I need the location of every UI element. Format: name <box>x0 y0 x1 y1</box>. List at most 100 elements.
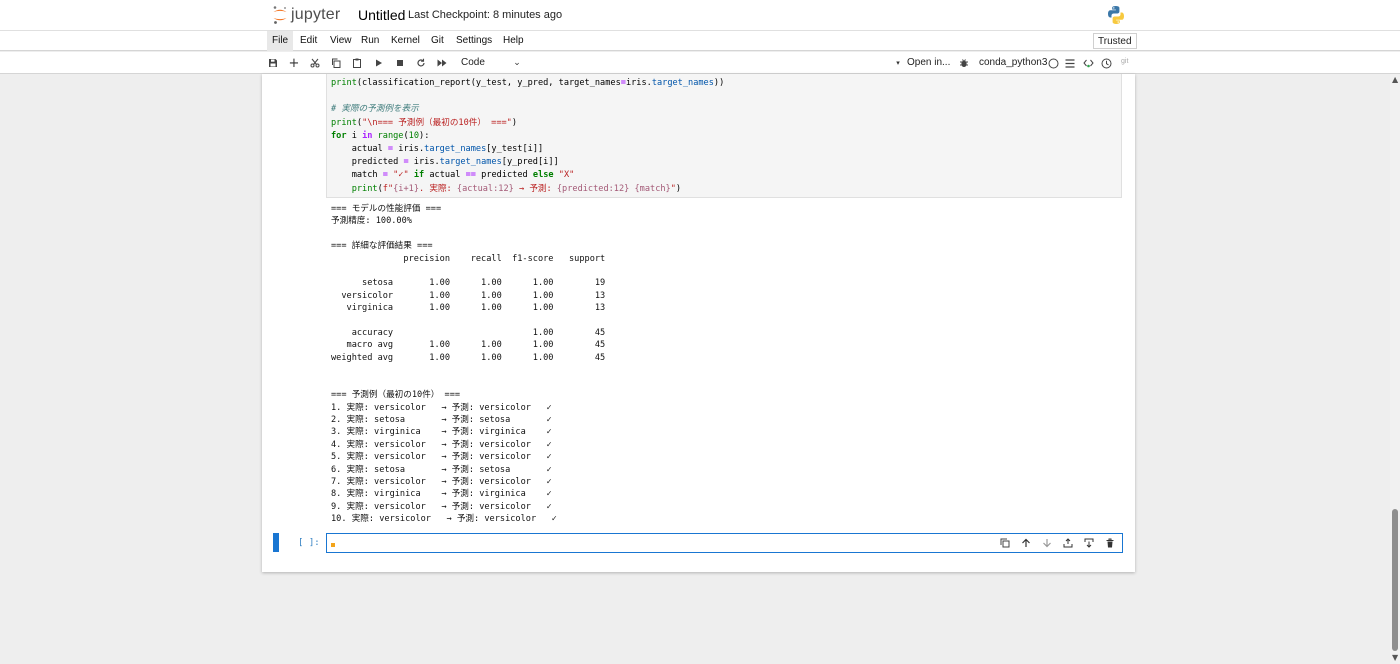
open-in-button[interactable]: Open in... <box>907 56 950 70</box>
code-token: iris. <box>625 78 652 88</box>
code-line: # 実際の予測例を表示 <box>331 103 724 116</box>
output-line: === 予測例（最初の10件） === <box>331 390 461 401</box>
add-cell-icon[interactable]: + <box>287 56 301 71</box>
kernel-status-idle-icon <box>1046 56 1060 70</box>
output-line: accuracy 1.00 45 <box>331 328 606 339</box>
history-clock-icon[interactable] <box>1099 56 1113 70</box>
python-logo-icon <box>1106 5 1126 25</box>
code-token: [y_test[i]] <box>486 144 544 155</box>
git-label[interactable]: git <box>1121 55 1128 69</box>
code-token: print <box>331 78 357 88</box>
code-token: match <box>331 170 383 181</box>
copy-icon[interactable] <box>329 56 343 70</box>
output-line: 3. 実際: virginica → 予測: virginica ✓ <box>331 427 552 438</box>
bug-icon[interactable] <box>957 56 971 70</box>
output-line: 6. 実際: setosa → 予測: setosa ✓ <box>331 464 552 475</box>
run-icon[interactable] <box>372 56 386 70</box>
code-cell-source[interactable]: print(classification_report(y_test, y_pr… <box>331 77 724 196</box>
menu-file[interactable]: File <box>267 31 294 51</box>
output-line: === 詳細な評価結果 === <box>331 241 433 252</box>
insert-below-icon[interactable] <box>1083 537 1095 549</box>
code-line: for i in range(10): <box>331 130 724 143</box>
menu-lines-icon[interactable] <box>1063 56 1077 70</box>
notebook-title[interactable]: Untitled <box>358 7 405 23</box>
output-line: 2. 実際: setosa → 予測: setosa ✓ <box>331 414 552 425</box>
move-down-icon[interactable] <box>1041 537 1053 549</box>
empty-code-cell[interactable] <box>326 533 1123 553</box>
paste-icon[interactable] <box>350 56 364 70</box>
code-diff-icon[interactable] <box>1081 56 1095 70</box>
chevron-down-icon[interactable]: ⌄ <box>510 56 524 70</box>
restart-run-all-icon[interactable] <box>435 56 449 70</box>
delete-cell-icon[interactable] <box>1104 537 1116 549</box>
menu-view[interactable]: View <box>325 31 357 51</box>
insert-above-icon[interactable] <box>1062 537 1074 549</box>
menu-run[interactable]: Run <box>356 31 384 51</box>
output-line: versicolor 1.00 1.00 1.00 13 <box>331 290 606 301</box>
menu-edit[interactable]: Edit <box>295 31 322 51</box>
code-token: (classification_report(y_test, y_pred, t… <box>356 78 621 88</box>
menu-settings[interactable]: Settings <box>451 31 497 51</box>
code-token: target_names <box>651 78 714 88</box>
code-token: i <box>346 130 363 141</box>
code-line: match = "✓" if actual == predicted else … <box>331 169 724 182</box>
code-token: ): <box>419 130 430 141</box>
input-prompt: [ ]: <box>298 538 320 548</box>
code-token: ) <box>675 183 682 194</box>
code-token: ) <box>511 117 518 128</box>
cell-output: === モデルの性能評価 === 予測精度: 100.00% === 詳細な評価結… <box>331 203 605 526</box>
code-line: print("\n=== 予測例（最初の10件） ===") <box>331 117 724 130</box>
page-scrollbar[interactable]: ▲ ▼ <box>1390 74 1400 664</box>
output-line: 8. 実際: virginica → 予測: virginica ✓ <box>331 489 552 500</box>
code-token: "X" <box>558 170 575 181</box>
stop-icon[interactable] <box>393 56 407 70</box>
text-cursor <box>331 543 335 547</box>
scrollbar-thumb[interactable] <box>1392 509 1398 651</box>
code-token: predicted <box>475 170 533 181</box>
cell-type-select[interactable]: Code <box>461 56 485 70</box>
menu-kernel[interactable]: Kernel <box>386 31 425 51</box>
code-token: iris. <box>408 157 440 168</box>
output-line: 1. 実際: versicolor → 予測: versicolor ✓ <box>331 402 552 413</box>
code-token: {actual:12} <box>456 183 514 194</box>
jupyter-logo[interactable]: jupyter <box>272 5 340 25</box>
move-up-icon[interactable] <box>1020 537 1032 549</box>
top-bar: jupyter Untitled Last Checkpoint: 8 minu… <box>0 0 1400 31</box>
caret-down-icon: ▾ <box>896 59 900 67</box>
code-token: predicted <box>331 157 404 168</box>
menu-help[interactable]: Help <box>498 31 529 51</box>
jupyter-orbit-icon <box>272 5 288 25</box>
code-token: in <box>362 130 373 141</box>
save-icon[interactable] <box>266 56 280 70</box>
code-token: if <box>413 170 425 181</box>
notebook-toolbar: + Code ⌄ ▾ Open in... conda_python3 git <box>0 52 1400 74</box>
output-line: macro avg 1.00 1.00 1.00 45 <box>331 340 606 351</box>
scroll-up-arrow-icon[interactable]: ▲ <box>1392 76 1398 84</box>
code-token: {match} <box>634 183 671 194</box>
kernel-name[interactable]: conda_python3 <box>979 56 1047 70</box>
scroll-down-arrow-icon[interactable]: ▼ <box>1392 654 1398 662</box>
menu-git[interactable]: Git <box>426 31 449 51</box>
code-token: [y_pred[i]] <box>501 157 559 168</box>
code-token: )) <box>713 78 725 88</box>
code-token: for <box>331 130 347 141</box>
cut-icon[interactable] <box>308 56 322 70</box>
code-token: else <box>532 170 554 181</box>
code-token: print <box>351 183 378 194</box>
trusted-indicator[interactable]: Trusted <box>1093 33 1137 49</box>
code-token: actual <box>424 170 466 181</box>
menu-bar: File Edit View Run Kernel Git Settings H… <box>0 31 1400 51</box>
duplicate-cell-icon[interactable] <box>999 537 1011 549</box>
code-token: == <box>465 170 476 181</box>
code-token: 10 <box>408 130 420 141</box>
code-token: print <box>331 117 357 128</box>
code-line: actual = iris.target_names[y_test[i]] <box>331 143 724 156</box>
restart-icon[interactable] <box>414 56 428 70</box>
code-line: print(f"{i+1}. 実際: {actual:12} → 予測: {pr… <box>331 183 724 196</box>
output-line: precision recall f1-score support <box>331 253 606 264</box>
